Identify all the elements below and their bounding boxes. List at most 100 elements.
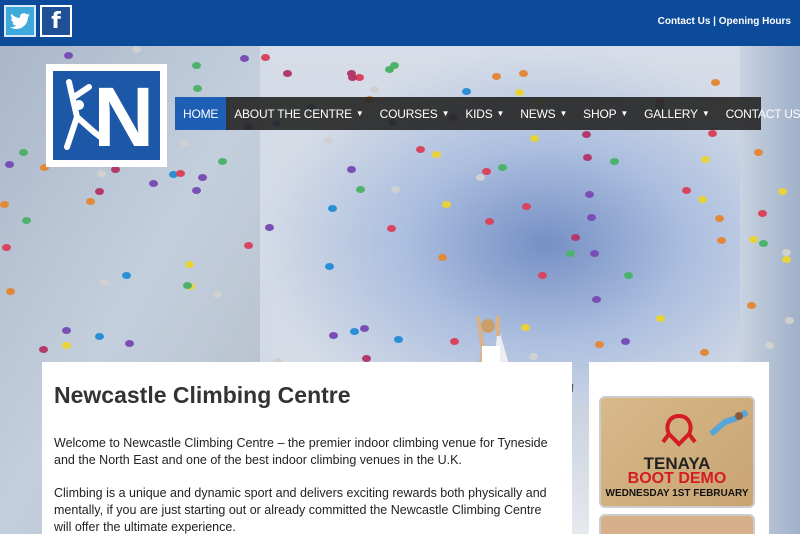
climbing-hold — [385, 66, 394, 73]
main-navigation: HOME ABOUT THE CENTRE ▼ COURSES ▼ KIDS ▼ NEWS ▼ S… — [175, 97, 800, 130]
climbing-hold — [0, 201, 9, 208]
climbing-hold — [482, 168, 491, 175]
climbing-hold — [362, 355, 371, 362]
climbing-hold — [244, 242, 253, 249]
site-logo[interactable]: N — [46, 64, 167, 167]
climbing-hold — [192, 62, 201, 69]
nav-item-kids[interactable]: KIDS ▼ — [457, 97, 512, 130]
twitter-icon[interactable] — [4, 5, 36, 37]
chevron-down-icon: ▼ — [620, 109, 629, 118]
climbing-hold — [749, 236, 758, 243]
climbing-hold — [176, 170, 185, 177]
top-bar: f Contact Us | Opening Hours — [0, 0, 800, 46]
climbing-hold — [708, 130, 717, 137]
promo-date: WEDNESDAY 1ST FEBRUARY — [605, 488, 749, 499]
sidebar: TENAYA BOOT DEMO WEDNESDAY 1ST FEBRUARY — [589, 362, 769, 534]
climbing-hold — [6, 288, 15, 295]
climbing-hold — [595, 341, 604, 348]
climbing-hold — [19, 149, 28, 156]
climbing-hold — [125, 340, 134, 347]
logo-mark: N — [53, 71, 160, 160]
climbing-hold — [715, 215, 724, 222]
climbing-hold — [394, 336, 403, 343]
main-content: Newcastle Climbing Centre Welcome to New… — [42, 362, 572, 534]
climbing-hold — [621, 338, 630, 345]
climbing-hold — [522, 203, 531, 210]
climbing-hold — [590, 250, 599, 257]
climbing-hold — [782, 249, 791, 256]
climbing-hold — [356, 186, 365, 193]
climbing-hold — [261, 54, 270, 61]
climbing-hold — [571, 234, 580, 241]
climbing-hold — [432, 151, 441, 158]
nav-item-gallery[interactable]: GALLERY ▼ — [636, 97, 717, 130]
nav-item-label: SHOP — [583, 106, 617, 121]
climbing-hold — [213, 291, 222, 298]
climbing-hold — [782, 256, 791, 263]
top-links: Contact Us | Opening Hours — [658, 16, 791, 27]
climbing-hold — [64, 52, 73, 59]
climbing-hold — [391, 186, 400, 193]
kids-banner[interactable] — [599, 514, 755, 534]
chevron-down-icon: ▼ — [355, 109, 364, 118]
page-title: Newcastle Climbing Centre — [54, 382, 351, 408]
climbing-hold — [2, 244, 11, 251]
climbing-hold — [360, 325, 369, 332]
climbing-hold — [711, 79, 720, 86]
climbing-hold — [538, 272, 547, 279]
climbing-hold — [485, 218, 494, 225]
climbing-hold — [442, 201, 451, 208]
climbing-hold — [62, 342, 71, 349]
climbing-hold — [519, 70, 528, 77]
climbing-hold — [585, 191, 594, 198]
nav-item-about-the-centre[interactable]: ABOUT THE CENTRE ▼ — [226, 97, 371, 130]
intro-paragraph: Welcome to Newcastle Climbing Centre – t… — [54, 436, 548, 467]
climbing-hold — [592, 296, 601, 303]
body-paragraph: Climbing is a unique and dynamic sport a… — [54, 486, 547, 534]
climbing-hold — [329, 332, 338, 339]
climbing-hold — [610, 158, 619, 165]
climbing-hold — [747, 302, 756, 309]
climbing-hold — [350, 328, 359, 335]
climbing-hold — [492, 73, 501, 80]
nav-item-label: ABOUT THE CENTRE — [234, 106, 352, 121]
climbing-hold — [700, 349, 709, 356]
climbing-hold — [462, 88, 471, 95]
climbing-hold — [122, 272, 131, 279]
facebook-icon[interactable]: f — [40, 5, 72, 37]
climbing-hold — [498, 164, 507, 171]
climbing-hold — [583, 154, 592, 161]
climbing-hold — [587, 214, 596, 221]
climbing-hold — [218, 158, 227, 165]
climbing-hold — [97, 170, 106, 177]
nav-item-courses[interactable]: COURSES ▼ — [372, 97, 458, 130]
top-links-separator: | — [710, 16, 719, 27]
climbing-hold — [324, 137, 333, 144]
contact-us-link[interactable]: Contact Us — [658, 16, 711, 27]
climbing-hold — [698, 196, 707, 203]
nav-item-home[interactable]: HOME — [175, 97, 227, 130]
nav-item-contact-us[interactable]: CONTACT US▼ — [718, 97, 800, 130]
climbing-hold — [265, 224, 274, 231]
climbing-hold — [701, 156, 710, 163]
climbing-hold — [22, 217, 31, 224]
climbing-hold — [656, 315, 665, 322]
climbing-hold — [193, 85, 202, 92]
nav-item-news[interactable]: NEWS ▼ — [512, 97, 575, 130]
nav-item-label: NEWS — [520, 106, 556, 121]
nav-item-shop[interactable]: SHOP ▼ — [575, 97, 636, 130]
chevron-down-icon: ▼ — [496, 109, 505, 118]
climbing-hold — [476, 174, 485, 181]
climbing-hold — [450, 338, 459, 345]
nav-item-label: CONTACT US — [725, 106, 800, 121]
climbing-hold — [387, 225, 396, 232]
chevron-down-icon: ▼ — [559, 109, 568, 118]
climbing-hold — [181, 140, 190, 147]
boot-demo-banner[interactable]: TENAYA BOOT DEMO WEDNESDAY 1ST FEBRUARY — [599, 396, 755, 508]
chevron-down-icon: ▼ — [701, 109, 710, 118]
frog-logo-icon — [661, 414, 697, 447]
nav-item-label: KIDS — [465, 106, 493, 121]
promo-title: BOOT DEMO — [627, 470, 727, 487]
opening-hours-link[interactable]: Opening Hours — [719, 16, 791, 27]
climbing-hold — [100, 279, 109, 286]
